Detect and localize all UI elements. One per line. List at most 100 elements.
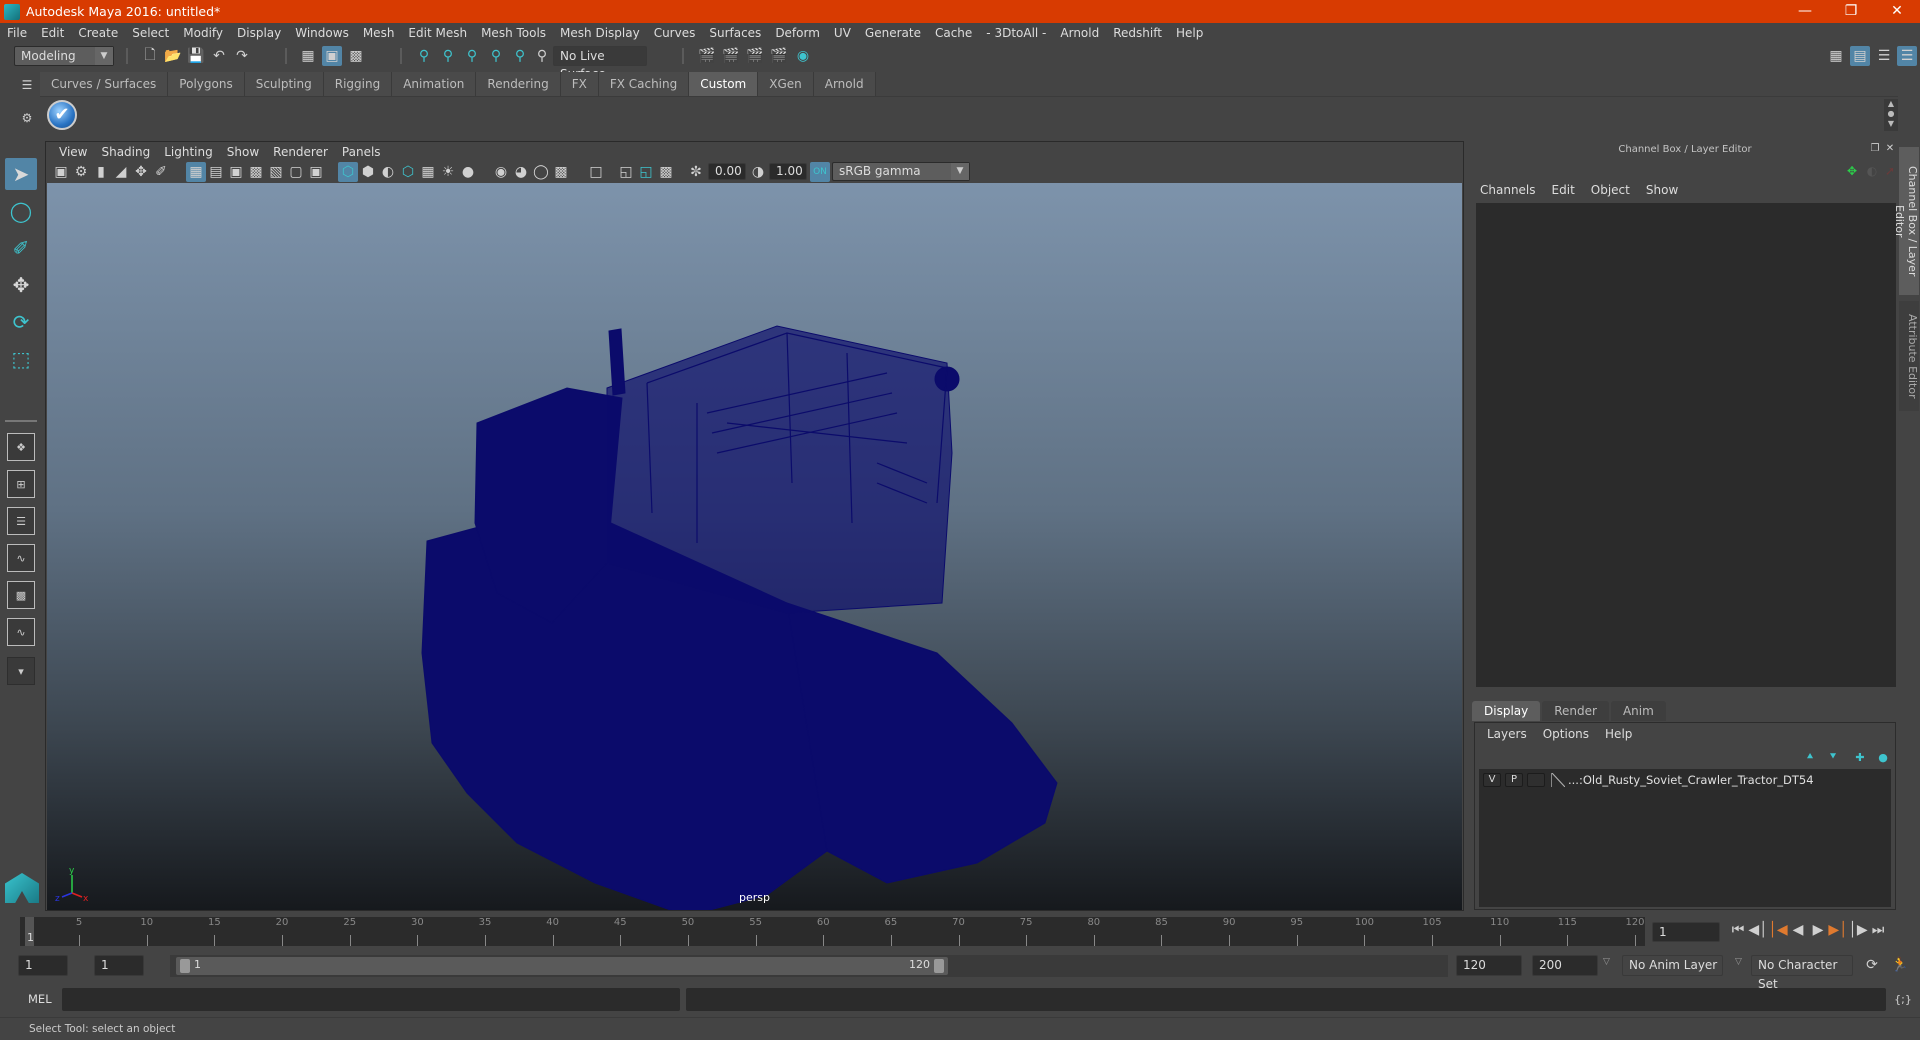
layer-menu-help[interactable]: Help (1597, 727, 1640, 741)
four-view-layout-icon[interactable]: ⊞ (7, 470, 35, 498)
menu-mesh[interactable]: Mesh (356, 26, 402, 40)
layer-menu-options[interactable]: Options (1535, 727, 1597, 741)
menu-edit[interactable]: Edit (34, 26, 71, 40)
live-surface-field[interactable]: No Live Surface (553, 46, 647, 81)
manipulator-icon[interactable]: ✥ (1842, 161, 1862, 181)
select-object-icon[interactable]: ▣ (322, 46, 342, 66)
render-view-icon[interactable]: 🎬 (697, 46, 717, 66)
menu-help[interactable]: Help (1169, 26, 1210, 40)
safe-action-icon[interactable]: ▢ (286, 162, 306, 182)
color-management-toggle-icon[interactable]: ON (810, 162, 830, 182)
shelf-tab-xgen[interactable]: XGen (758, 72, 814, 96)
isolate-select-icon[interactable]: □ (586, 162, 606, 182)
range-slider-handle[interactable]: 1 120 (176, 957, 948, 975)
viewport-menu-show[interactable]: Show (220, 145, 266, 159)
shelf-tab-sculpting[interactable]: Sculpting (244, 72, 324, 96)
layer-menu-layers[interactable]: Layers (1479, 727, 1535, 741)
exposure-field[interactable]: 0.00 (708, 163, 746, 180)
menu-3dtoall[interactable]: - 3DtoAll - (979, 26, 1053, 40)
hypershade-icon[interactable]: ◉ (793, 46, 813, 66)
backface-culling-icon[interactable]: ▩ (656, 162, 676, 182)
layer-tab-anim[interactable]: Anim (1610, 701, 1666, 721)
minimize-icon[interactable]: — (1782, 0, 1828, 23)
shelf-scrollbar[interactable]: ▲ ● ▼ (1884, 99, 1898, 131)
channel-menu-object[interactable]: Object (1583, 183, 1638, 197)
shelf-tab-animation[interactable]: Animation (392, 72, 477, 96)
current-frame-field[interactable]: 1 (1652, 922, 1720, 942)
lasso-tool-icon[interactable]: ◯ (5, 195, 37, 227)
shelf-settings-icon[interactable]: ⚙ (17, 108, 37, 128)
shelf-menu-icon[interactable]: ☰ (17, 75, 37, 95)
menu-generate[interactable]: Generate (858, 26, 928, 40)
select-camera-icon[interactable]: ▣ (51, 162, 71, 182)
go-to-end-icon[interactable]: ⏭ (1868, 920, 1888, 940)
go-to-start-icon[interactable]: ⏮ (1728, 920, 1748, 940)
checkmark-shelf-icon[interactable]: ✔ (47, 100, 77, 130)
character-set-chevron-icon[interactable]: ▽ (1735, 957, 1742, 967)
rotate-tool-icon[interactable]: ⟳ (5, 306, 37, 338)
viewport-menu-lighting[interactable]: Lighting (157, 145, 220, 159)
resolution-gate-icon[interactable]: ▣ (226, 162, 246, 182)
shelf-tab-polygons[interactable]: Polygons (168, 72, 245, 96)
image-plane-icon[interactable]: ◢ (111, 162, 131, 182)
layer-tab-display[interactable]: Display (1472, 701, 1541, 721)
new-layer-icon[interactable]: ✚ (1850, 747, 1870, 767)
character-set-dropdown[interactable]: No Character Set (1751, 955, 1853, 991)
tractor-wireframe-model[interactable]: y x z (47, 183, 1462, 910)
paint-select-tool-icon[interactable]: ✐ (5, 232, 37, 264)
viewport-menu-view[interactable]: View (52, 145, 94, 159)
snap-live-icon[interactable]: ⚲ (510, 46, 530, 66)
tool-settings-icon[interactable]: ☰ (1874, 46, 1894, 66)
menu-uv[interactable]: UV (827, 26, 858, 40)
channel-menu-channels[interactable]: Channels (1472, 183, 1544, 197)
side-tab-channel-box[interactable]: Channel Box / Layer Editor (1893, 147, 1919, 295)
restore-icon[interactable]: ❐ (1828, 0, 1874, 23)
bookmarks-icon[interactable]: ▮ (91, 162, 111, 182)
persp-outliner-graph-layout-icon[interactable]: ∿ (7, 618, 35, 646)
modeling-toolkit-icon[interactable]: ▦ (1826, 46, 1846, 66)
menu-deform[interactable]: Deform (768, 26, 827, 40)
step-back-frame-icon[interactable]: ◀│ (1748, 920, 1768, 940)
layer-row[interactable]: V P ...:Old_Rusty_Soviet_Crawler_Tractor… (1479, 769, 1891, 791)
menu-curves[interactable]: Curves (647, 26, 703, 40)
side-tab-attribute-editor[interactable]: Attribute Editor (1899, 301, 1919, 411)
menuset-dropdown[interactable]: Modeling ▼ (14, 46, 114, 66)
safe-title-icon[interactable]: ▣ (306, 162, 326, 182)
menu-file[interactable]: File (0, 26, 34, 40)
shelf-tab-fx[interactable]: FX (560, 72, 599, 96)
layer-color-swatch[interactable] (1551, 773, 1565, 787)
hypershade-persp-layout-icon[interactable]: ▩ (7, 581, 35, 609)
gamma-field[interactable]: 1.00 (769, 163, 807, 180)
menu-create[interactable]: Create (71, 26, 125, 40)
shadows-icon[interactable]: ● (458, 162, 478, 182)
script-editor-icon[interactable]: {;} (1893, 989, 1913, 1009)
scale-tool-icon[interactable]: ⬚ (5, 343, 37, 375)
attribute-editor-icon[interactable]: ▤ (1850, 46, 1870, 66)
range-slider-track[interactable]: 1 120 (170, 955, 1448, 977)
exposure-icon[interactable]: ✼ (686, 162, 706, 182)
new-layer-from-selected-icon[interactable]: ● (1873, 747, 1893, 767)
menu-modify[interactable]: Modify (176, 26, 230, 40)
command-language-toggle[interactable]: MEL (28, 992, 52, 1006)
film-gate-icon[interactable]: ▤ (206, 162, 226, 182)
wireframe-icon[interactable]: ⬡ (338, 162, 358, 182)
auto-key-icon[interactable]: ⟳ (1862, 955, 1882, 975)
xray-icon[interactable]: ⬡ (398, 162, 418, 182)
xray-joints-icon[interactable]: ◱ (616, 162, 636, 182)
menu-mesh-display[interactable]: Mesh Display (553, 26, 647, 40)
viewport-3d-view[interactable]: y x z persp (47, 183, 1462, 910)
shelf-tab-rigging[interactable]: Rigging (323, 72, 393, 96)
menu-redshift[interactable]: Redshift (1106, 26, 1169, 40)
use-all-lights-icon[interactable]: ☀ (438, 162, 458, 182)
undo-icon[interactable]: ↶ (209, 46, 229, 66)
menu-edit-mesh[interactable]: Edit Mesh (401, 26, 474, 40)
menu-select[interactable]: Select (125, 26, 176, 40)
select-component-icon[interactable]: ▩ (346, 46, 366, 66)
shelf-tab-fx-caching[interactable]: FX Caching (598, 72, 690, 96)
grid-icon[interactable]: ▦ (186, 162, 206, 182)
select-tool-icon[interactable]: ➤ (5, 158, 37, 190)
hyper-icon[interactable]: ➚ (1880, 161, 1900, 181)
motion-blur-icon[interactable]: ◕ (511, 162, 531, 182)
open-scene-icon[interactable]: 📂 (163, 46, 183, 66)
menu-surfaces[interactable]: Surfaces (702, 26, 768, 40)
